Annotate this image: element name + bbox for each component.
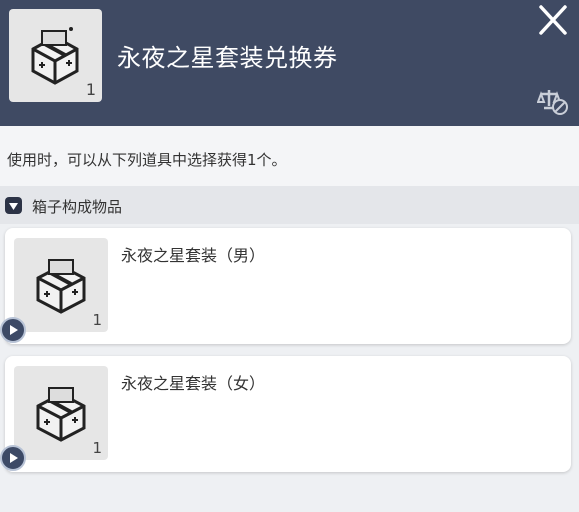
- header-bar: 1 永夜之星套装兑换券: [0, 0, 579, 126]
- box-contents-label: 箱子构成物品: [32, 198, 123, 216]
- trade-restricted-indicator: [536, 86, 569, 116]
- trade-restricted-icon: [536, 90, 568, 115]
- play-icon: [10, 325, 18, 335]
- close-button[interactable]: [533, 4, 573, 38]
- voucher-title: 永夜之星套装兑换券: [117, 44, 338, 72]
- close-icon: [539, 5, 567, 35]
- item-count: 1: [92, 311, 102, 329]
- item-count: 1: [92, 439, 102, 457]
- select-button[interactable]: [0, 317, 26, 343]
- usage-description: 使用时，可以从下列道具中选择获得1个。: [0, 126, 579, 186]
- box-contents-header: 箱子构成物品: [0, 186, 579, 224]
- play-icon: [10, 453, 18, 463]
- select-button[interactable]: [0, 445, 26, 471]
- item-thumbnail[interactable]: 1: [14, 238, 108, 332]
- list-item[interactable]: 1 永夜之星套装（女）: [0, 356, 571, 472]
- item-thumbnail[interactable]: 1: [14, 366, 108, 460]
- voucher-item-thumbnail[interactable]: 1: [9, 9, 102, 102]
- usage-description-text: 使用时，可以从下列道具中选择获得1个。: [7, 151, 287, 169]
- item-name: 永夜之星套装（男）: [121, 246, 266, 265]
- item-count: 1: [85, 80, 96, 99]
- list-item[interactable]: 1 永夜之星套装（男）: [0, 228, 571, 344]
- item-name: 永夜之星套装（女）: [121, 374, 266, 393]
- box-icon: [5, 197, 22, 214]
